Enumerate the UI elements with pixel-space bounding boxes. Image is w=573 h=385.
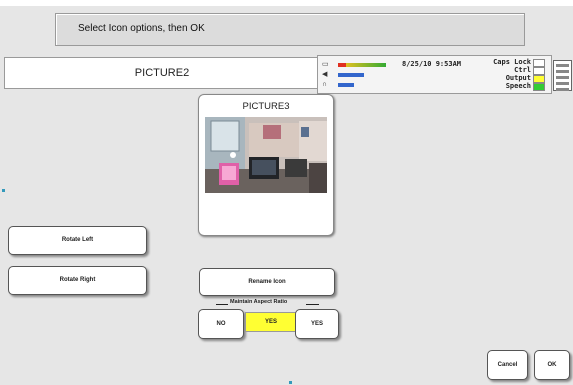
speaker-meter: ◀ — [322, 70, 392, 80]
rotate-left-button[interactable]: Rotate Left — [8, 226, 147, 255]
aspect-ratio-label: Maintain Aspect Ratio — [230, 299, 288, 305]
speech-box — [533, 83, 545, 91]
speaker-level — [338, 73, 364, 77]
speaker-icon: ◀ — [322, 71, 328, 78]
instruction-prompt: Select Icon options, then OK — [55, 13, 525, 46]
mic-meter: ▭ — [322, 60, 392, 70]
headset-icon: ▭ — [322, 61, 329, 68]
level-meters: ▭ ◀ ∩ — [322, 60, 392, 90]
group-line-left — [216, 304, 228, 305]
headphones-meter: ∩ — [322, 80, 392, 90]
top-strip — [0, 0, 573, 6]
current-icon-title-bar: PICTURE2 — [4, 57, 320, 89]
key-indicators: Caps Lock Ctrl Output Speech — [467, 58, 545, 91]
headphones-level — [338, 83, 354, 87]
group-line-right — [306, 304, 319, 305]
speech-indicator: Speech — [467, 82, 545, 91]
aspect-no-button[interactable]: NO — [198, 309, 244, 339]
mic-level-red — [338, 63, 346, 67]
prompt-text: Select Icon options, then OK — [78, 23, 205, 34]
status-panel: ▭ ◀ ∩ 8/25/10 9:53AM Caps Lock Ctrl Outp… — [317, 55, 552, 94]
icon-photo — [205, 117, 327, 193]
headphones-icon: ∩ — [322, 81, 328, 88]
keyboard-icon[interactable] — [553, 60, 572, 91]
aspect-yes-selected[interactable]: YES — [245, 312, 297, 332]
ctrl-indicator: Ctrl — [467, 66, 545, 75]
icon-preview-card: PICTURE3 — [198, 94, 334, 236]
caps-lock-indicator: Caps Lock — [467, 58, 545, 67]
mic-level-green — [346, 63, 386, 67]
rename-icon-button[interactable]: Rename Icon — [199, 268, 335, 296]
edge-marker-left — [2, 189, 5, 192]
ok-button[interactable]: OK — [534, 350, 570, 380]
aspect-yes-button[interactable]: YES — [295, 309, 339, 339]
icon-name: PICTURE3 — [242, 101, 290, 112]
edge-marker-bottom — [289, 381, 292, 384]
datetime-readout: 8/25/10 9:53AM — [402, 60, 462, 68]
page-title: PICTURE2 — [134, 67, 190, 79]
cancel-button[interactable]: Cancel — [487, 350, 528, 380]
rotate-right-button[interactable]: Rotate Right — [8, 266, 147, 295]
output-indicator: Output — [467, 74, 545, 83]
